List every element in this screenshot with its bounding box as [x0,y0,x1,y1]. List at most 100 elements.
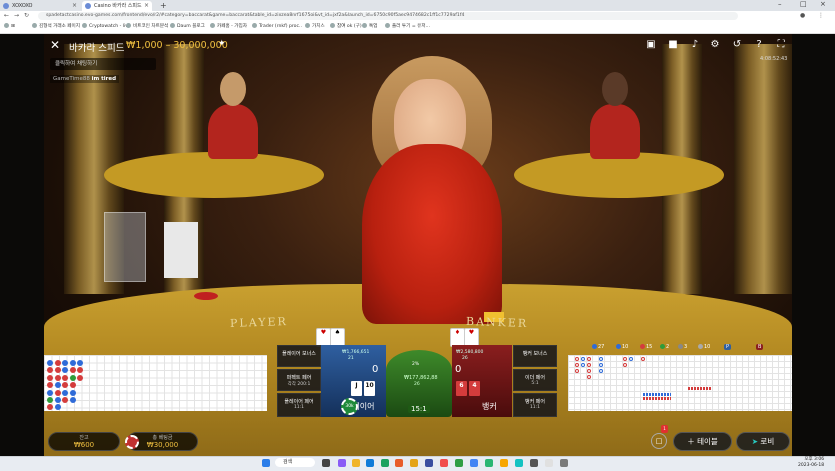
app-icon[interactable] [500,459,508,467]
history-icon[interactable]: ↺ [728,38,746,52]
tie-dot-icon [640,344,645,349]
app-icon[interactable] [440,459,448,467]
player-score: 0 [372,364,379,375]
app-icon[interactable] [425,459,433,467]
window-close-icon[interactable]: × [820,0,826,8]
bead [47,404,53,410]
stat-player: 27 [592,344,604,350]
back-icon[interactable]: ← [4,12,9,19]
chat-bubble-icon[interactable]: □ [651,433,667,449]
either-pair-bet[interactable]: 이더 페어 5:1 [513,369,557,391]
player-history-badge[interactable]: P [724,344,732,350]
bookmark[interactable]: 카페홈 - 가입자 [210,23,247,29]
chat-message: GameTime88 im tired [50,75,120,83]
background-dealer-head [602,72,628,106]
bookmark[interactable]: Cryptowatch - live [82,23,131,29]
start-icon[interactable] [262,459,270,467]
background-dealer [208,104,258,159]
player-bonus-bet[interactable]: 플레이어 보너스 [277,345,321,367]
pair-dot-icon [660,344,665,349]
app-icon[interactable] [530,459,538,467]
browser-tab[interactable]: XOXOXO × [0,1,80,11]
bead-road[interactable] [44,355,267,411]
bookmark[interactable]: 플러 투기 = 유저... [385,23,430,29]
road-mark [599,363,603,367]
bookmark[interactable]: 참여 ok (구) [330,23,362,29]
bead [47,367,53,373]
app-icon[interactable] [455,459,463,467]
cockroach-road [688,387,712,390]
tab-close-icon[interactable]: × [72,1,77,11]
bead [77,367,83,373]
url-field[interactable]: spadetactcasino.evo-games.com/frontend/e… [38,12,738,20]
bookmark[interactable]: Daum 블로그 [170,23,205,29]
bead [77,375,83,381]
count-dot-icon [698,344,703,349]
app-icon[interactable] [410,459,418,467]
banker-bonus-bet[interactable]: 뱅커 보너스 [513,345,557,367]
forward-icon[interactable]: → [14,12,19,19]
dealer [362,144,502,324]
perfect-pair-bet[interactable]: 퍼펙트 페어 각각 200:1 [277,369,321,391]
tab-close-icon[interactable]: × [144,1,149,11]
placed-chip[interactable]: 30k [341,398,358,415]
game-title: 바카라 스피드 [69,43,125,54]
bead [47,390,53,396]
app-icon[interactable] [338,459,346,467]
edge-icon[interactable] [381,459,389,467]
bet-limit[interactable]: ₩1,000 – 30,000,000 [126,40,228,51]
bead [70,382,76,388]
bead [62,375,68,381]
banker-pair-bet[interactable]: 뱅커 페어 11:1 [513,393,557,417]
road-mark [575,363,579,367]
settings-icon[interactable]: ⚙ [706,38,724,52]
bookmark[interactable]: Trader (rnkf) proc.. [252,23,302,29]
banker-card: 6 [456,381,467,396]
player-pair-bet[interactable]: 플레이어 페어 11:1 [277,393,321,417]
folder-icon[interactable] [352,459,360,467]
add-table-button[interactable]: ＋ 테이블 [673,432,732,451]
chat-input[interactable]: 클릭하여 채팅하기 [50,58,156,70]
bookmark[interactable]: 김형석 거래소 페이지 [32,23,80,29]
app-icon[interactable] [485,459,493,467]
help-icon[interactable]: ? [750,38,768,52]
bookmark-apps-icon[interactable]: ⊞ [4,23,15,29]
tie-total-amount: ₩177,862,88 [404,375,438,381]
sound-icon[interactable]: ♪ [686,38,704,52]
big-road[interactable] [568,355,792,411]
banker-total-amount: ₩2,580,800 [456,350,484,355]
chat-icon[interactable]: ▣ [642,38,660,52]
bead [62,367,68,373]
taskbar-search[interactable]: 검색 [275,458,315,467]
road-mark [623,357,627,361]
banker-dot-icon [616,344,621,349]
maximize-icon[interactable]: □ [800,0,807,8]
chrome-icon[interactable] [470,459,478,467]
app-icon[interactable] [366,459,374,467]
app-icon[interactable] [545,459,553,467]
video-icon[interactable]: ■ [664,38,682,52]
taskview-icon[interactable] [322,459,330,467]
menu-icon[interactable]: ⋮ [818,12,824,19]
bookmark[interactable]: 비트코인 차트분석 [126,23,168,29]
browser-tab-active[interactable]: Casino 바카라 스피드 × [82,1,152,11]
app-icon[interactable] [395,459,403,467]
reload-icon[interactable]: ↻ [24,12,29,19]
profile-icon[interactable]: ● [800,12,805,19]
bookmark[interactable]: 톡업 [362,23,377,29]
app-icon[interactable] [560,459,568,467]
app-icon[interactable] [515,459,523,467]
banker-history-badge[interactable]: B [756,344,764,350]
bookmark[interactable]: 가치스 [305,23,325,29]
bead [55,367,61,373]
minimize-icon[interactable]: – [778,0,782,8]
background-dealer-head [220,72,246,106]
pin-icon[interactable]: ✦ [218,39,226,49]
lobby-button[interactable]: ➤ 로비 [736,432,790,451]
fullscreen-icon[interactable]: ⛶ [772,38,790,52]
road-mark [599,369,603,373]
chat-text: im tired [91,76,117,82]
chips-icon [125,435,139,449]
close-icon[interactable]: ✕ [50,38,60,52]
new-tab-icon[interactable]: + [160,1,167,10]
